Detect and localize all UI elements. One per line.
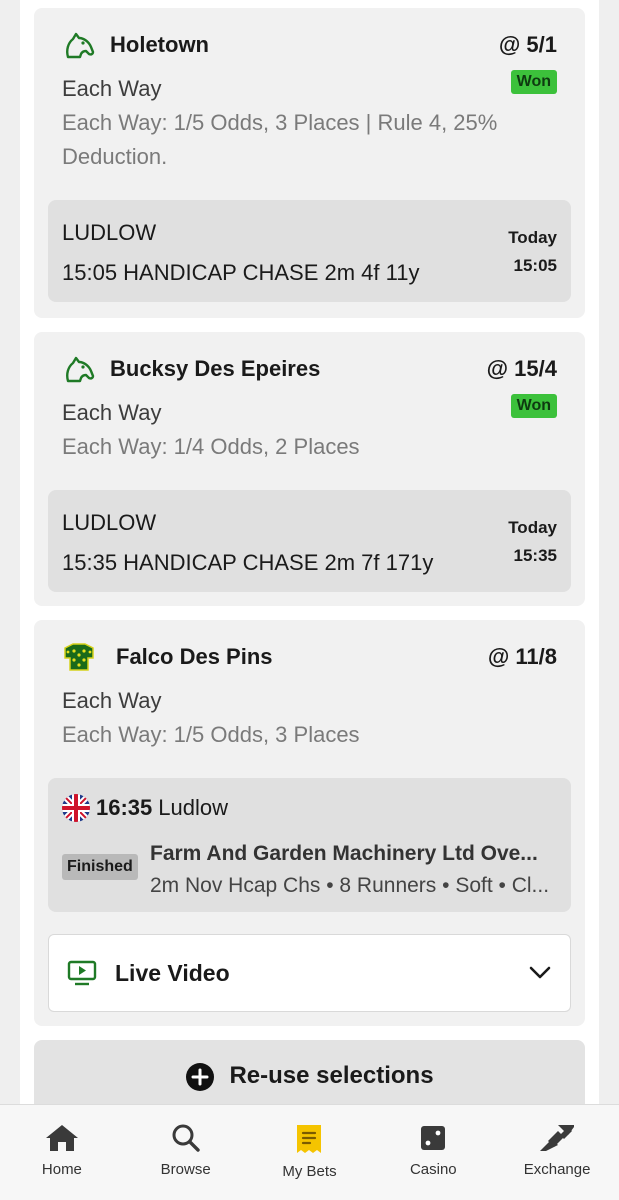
horse-name: Falco Des Pins xyxy=(116,644,273,669)
exchange-arrows-icon xyxy=(538,1123,576,1153)
reuse-selections-label: Re-use selections xyxy=(229,1062,434,1089)
each-way-terms: Each Way: 1/4 Odds, 2 Places xyxy=(62,434,360,459)
bet-odds: @ 11/8 xyxy=(487,644,557,669)
event-course: Ludlow xyxy=(158,795,228,820)
horse-name: Holetown xyxy=(110,32,209,57)
status-badge: Won xyxy=(510,394,557,418)
bet-market: Each Way xyxy=(62,76,162,101)
nav-casino[interactable]: Casino xyxy=(371,1105,495,1200)
event-details: 2m Nov Hcap Chs • 8 Runners • Soft • Cl.… xyxy=(150,874,550,897)
search-icon xyxy=(171,1123,201,1153)
nav-browse[interactable]: Browse xyxy=(124,1105,248,1200)
live-video-label: Live Video xyxy=(115,959,230,986)
race-info[interactable]: LUDLOW 15:05 HANDICAP CHASE 2m 4f 11y To… xyxy=(48,200,571,302)
selection-header: Bucksy Des Epeires @ 15/4 xyxy=(62,354,557,384)
event-status-badge: Finished xyxy=(62,854,138,880)
bet-market: Each Way xyxy=(62,400,162,425)
race-title: 15:35 HANDICAP CHASE 2m 7f 171y xyxy=(62,550,434,575)
event-time: 16:35 xyxy=(96,795,153,820)
race-course: LUDLOW xyxy=(62,220,157,245)
nav-label: Exchange xyxy=(523,1161,591,1178)
nav-label: Home xyxy=(41,1161,82,1178)
chevron-down-icon[interactable] xyxy=(528,965,552,981)
reuse-selections-button[interactable]: Re-use selections xyxy=(34,1040,585,1104)
tv-play-icon xyxy=(67,960,97,986)
bet-odds: @ 15/4 xyxy=(486,356,557,381)
each-way-terms: Each Way: 1/5 Odds, 3 Places xyxy=(62,722,360,747)
bets-list: Holetown @ 5/1 Each Way Won Each Way: 1/… xyxy=(20,0,599,1104)
nav-my-bets[interactable]: My Bets xyxy=(248,1105,372,1200)
bet-card: Bucksy Des Epeires @ 15/4 Each Way Won E… xyxy=(34,332,585,606)
plus-circle-icon xyxy=(185,1062,215,1092)
selection-header: Falco Des Pins @ 11/8 xyxy=(62,642,557,672)
live-video-toggle[interactable]: Live Video xyxy=(48,934,571,1012)
race-day: Today xyxy=(508,228,557,247)
event-title: Farm And Garden Machinery Ltd Ove... xyxy=(150,842,538,865)
event-header: 16:35 Ludlow xyxy=(62,794,228,822)
race-title: 15:05 HANDICAP CHASE 2m 4f 11y xyxy=(62,260,420,285)
nav-home[interactable]: Home xyxy=(0,1105,124,1200)
race-time: 15:05 xyxy=(513,256,557,275)
race-day: Today xyxy=(508,518,557,537)
race-info[interactable]: LUDLOW 15:35 HANDICAP CHASE 2m 7f 171y T… xyxy=(48,490,571,592)
nav-label: My Bets xyxy=(282,1163,337,1180)
ticket-icon xyxy=(295,1123,323,1155)
bet-card: Falco Des Pins @ 11/8 Each Way Each Way:… xyxy=(34,620,585,1026)
race-course: LUDLOW xyxy=(62,510,157,535)
event-info[interactable]: 16:35 Ludlow Finished Farm And Garden Ma… xyxy=(48,778,571,912)
bottom-nav: Home Browse My Bets Casino Exchange xyxy=(0,1104,619,1200)
nav-label: Browse xyxy=(160,1161,211,1178)
bet-market: Each Way xyxy=(62,688,162,713)
each-way-terms: Each Way: 1/5 Odds, 3 Places | Rule 4, 2… xyxy=(62,110,498,169)
horse-head-icon xyxy=(62,30,96,60)
bet-odds: @ 5/1 xyxy=(498,32,557,57)
status-badge: Won xyxy=(510,70,557,94)
nav-exchange[interactable]: Exchange xyxy=(495,1105,619,1200)
nav-label: Casino xyxy=(409,1161,457,1178)
horse-name: Bucksy Des Epeires xyxy=(110,356,321,381)
dice-icon xyxy=(419,1123,447,1153)
race-time: 15:35 xyxy=(513,546,557,565)
bet-card: Holetown @ 5/1 Each Way Won Each Way: 1/… xyxy=(34,8,585,318)
home-icon xyxy=(44,1123,80,1153)
jockey-silks-icon xyxy=(62,642,96,672)
horse-head-icon xyxy=(62,354,96,384)
selection-header: Holetown @ 5/1 xyxy=(62,30,557,60)
uk-flag-icon xyxy=(62,794,90,822)
